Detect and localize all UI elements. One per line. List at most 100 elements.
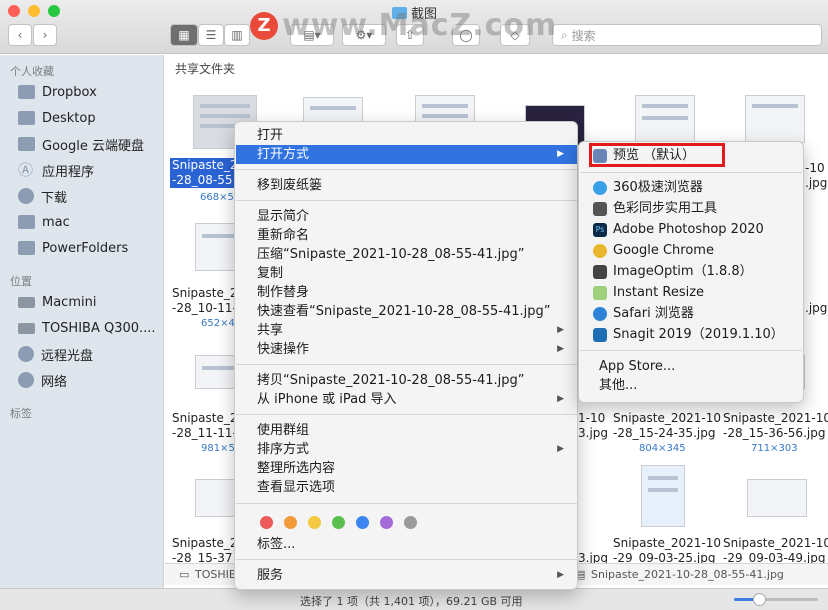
- open-with-other[interactable]: 其他...: [599, 376, 637, 396]
- sidebar-header-favorites: 个人收藏: [10, 65, 54, 78]
- zoom-slider-knob[interactable]: [753, 593, 767, 606]
- file-name: Snipaste_2: [172, 286, 238, 300]
- safari-icon: [593, 307, 607, 321]
- tag-color-purple[interactable]: [380, 516, 393, 529]
- sidebar-item-dropbox[interactable]: Dropbox: [18, 81, 97, 103]
- open-with-app-store[interactable]: App Store...: [599, 357, 675, 377]
- menu-separator: [236, 200, 577, 201]
- drive-icon: ▭: [179, 568, 190, 581]
- file-name: .jpg: [805, 301, 828, 315]
- tag-color-blue[interactable]: [356, 516, 369, 529]
- close-window-button[interactable]: [8, 5, 20, 17]
- selected-file-name[interactable]: Snipaste_2 -28_08-55: [170, 158, 240, 188]
- zoom-window-button[interactable]: [48, 5, 60, 17]
- menu-item-quick-look[interactable]: 快速查看“Snipaste_2021-10-28_08-55-41.jpg”: [236, 302, 577, 321]
- open-with-snagit[interactable]: Snagit 2019（2019.1.10）: [593, 325, 784, 345]
- menu-item-use-groups[interactable]: 使用群组: [236, 421, 577, 440]
- path-file[interactable]: Snipaste_2021-10-28_08-55-41.jpg: [591, 568, 784, 581]
- sidebar-header-tags: 标签: [10, 407, 32, 420]
- menu-item-compress[interactable]: 压缩“Snipaste_2021-10-28_08-55-41.jpg”: [236, 245, 577, 264]
- open-with-colorsync[interactable]: 色彩同步实用工具: [593, 199, 717, 219]
- menu-separator: [580, 172, 802, 173]
- tag-color-yellow[interactable]: [308, 516, 321, 529]
- tag-color-red[interactable]: [260, 516, 273, 529]
- open-with-imageoptim[interactable]: ImageOptim（1.8.8）: [593, 262, 753, 282]
- file-thumbnail[interactable]: [745, 95, 805, 143]
- menu-separator: [236, 169, 577, 170]
- tag-color-gray[interactable]: [404, 516, 417, 529]
- file-name: -10: [805, 161, 825, 175]
- sidebar-item-applications[interactable]: Ⓐ 应用程序: [18, 159, 94, 181]
- sidebar-item-remote-disc[interactable]: 远程光盘: [18, 343, 93, 365]
- open-with-submenu: 预览 （默认） 360极速浏览器 色彩同步实用工具 Ps Adobe Photos…: [578, 141, 804, 403]
- minimize-window-button[interactable]: [28, 5, 40, 17]
- back-button[interactable]: ‹: [8, 24, 32, 46]
- file-thumbnail[interactable]: [641, 465, 685, 527]
- menu-item-open[interactable]: 打开: [236, 126, 577, 145]
- list-icon: ☰: [205, 28, 217, 42]
- menu-item-make-alias[interactable]: 制作替身: [236, 283, 577, 302]
- file-name: Snipaste_2: [172, 536, 238, 550]
- sidebar-item-powerfolders[interactable]: PowerFolders: [18, 237, 128, 259]
- file-name: 1-10: [578, 411, 606, 425]
- menu-item-import-from-iphone[interactable]: 从 iPhone 或 iPad 导入 ▶: [236, 390, 577, 409]
- sidebar-item-desktop[interactable]: Desktop: [18, 107, 96, 129]
- menu-separator: [580, 350, 802, 351]
- menu-item-quick-actions[interactable]: 快速操作 ▶: [236, 340, 577, 359]
- status-text: 选择了 1 项（共 1,401 项），69.21 GB 可用: [300, 595, 523, 608]
- menu-item-move-to-trash[interactable]: 移到废纸篓: [236, 176, 577, 195]
- selected-file-dimensions: 668×5: [200, 192, 234, 203]
- folder-icon: [18, 85, 35, 99]
- zoom-slider[interactable]: [734, 593, 818, 606]
- menu-separator: [236, 414, 577, 415]
- folder-icon: [18, 215, 35, 229]
- menu-item-get-info[interactable]: 显示简介: [236, 207, 577, 226]
- browser-360-icon: [593, 181, 607, 195]
- sidebar-item-google-drive[interactable]: Google 云端硬盘: [18, 133, 144, 155]
- open-with-safari[interactable]: Safari 浏览器: [593, 304, 694, 324]
- menu-item-copy[interactable]: 拷贝“Snipaste_2021-10-28_08-55-41.jpg”: [236, 371, 577, 390]
- grid-icon: ▦: [178, 28, 190, 42]
- menu-item-open-with[interactable]: 打开方式 ▶: [236, 145, 577, 164]
- forward-button[interactable]: ›: [33, 24, 57, 46]
- file-thumbnail[interactable]: [747, 479, 807, 517]
- instant-resize-icon: [593, 286, 607, 300]
- open-with-chrome[interactable]: Google Chrome: [593, 241, 714, 261]
- menu-item-clean-up-selection[interactable]: 整理所选内容: [236, 459, 577, 478]
- menu-item-tags[interactable]: 标签...: [236, 535, 577, 554]
- download-icon: [18, 188, 34, 204]
- applications-icon: Ⓐ: [18, 161, 34, 179]
- disk-icon: [18, 322, 35, 334]
- file-name: Snipaste_2021-10: [723, 536, 828, 550]
- menu-item-show-view-options[interactable]: 查看显示选项: [236, 478, 577, 497]
- context-menu: 打开 打开方式 ▶ 移到废纸篓 显示简介 重新命名 压缩“Snipaste_202…: [234, 121, 578, 590]
- list-view-button[interactable]: ☰: [198, 24, 224, 46]
- imageoptim-icon: [593, 265, 607, 279]
- column-view-button[interactable]: ▥: [224, 24, 250, 46]
- sidebar-item-network[interactable]: 网络: [18, 369, 67, 391]
- file-thumbnail[interactable]: [635, 95, 695, 143]
- menu-item-services[interactable]: 服务 ▶: [236, 566, 577, 585]
- snagit-icon: [593, 328, 607, 342]
- sidebar-item-macmini[interactable]: Macmini: [18, 291, 96, 313]
- menu-separator: [236, 364, 577, 365]
- sidebar-item-toshiba[interactable]: TOSHIBA Q300....: [18, 317, 156, 339]
- menu-item-share[interactable]: 共享 ▶: [236, 321, 577, 340]
- open-with-360-browser[interactable]: 360极速浏览器: [593, 178, 703, 198]
- open-with-instant-resize[interactable]: Instant Resize: [593, 283, 704, 303]
- computer-icon: [18, 296, 35, 308]
- tag-color-orange[interactable]: [284, 516, 297, 529]
- file-name: -28_11-11-: [172, 426, 237, 440]
- search-field[interactable]: ⌕ 搜索: [552, 24, 822, 46]
- file-name: -28_15-24-35.jpg: [613, 426, 716, 440]
- sidebar-item-downloads[interactable]: 下载: [18, 185, 67, 207]
- tag-color-green[interactable]: [332, 516, 345, 529]
- menu-item-rename[interactable]: 重新命名: [236, 226, 577, 245]
- disc-icon: [18, 346, 34, 362]
- file-name: -28_15-36-56.jpg: [723, 426, 826, 440]
- menu-item-duplicate[interactable]: 复制: [236, 264, 577, 283]
- sidebar-item-mac[interactable]: mac: [18, 211, 70, 233]
- menu-item-sort-by[interactable]: 排序方式 ▶: [236, 440, 577, 459]
- open-with-photoshop[interactable]: Ps Adobe Photoshop 2020: [593, 220, 764, 240]
- icon-view-button[interactable]: ▦: [170, 24, 198, 46]
